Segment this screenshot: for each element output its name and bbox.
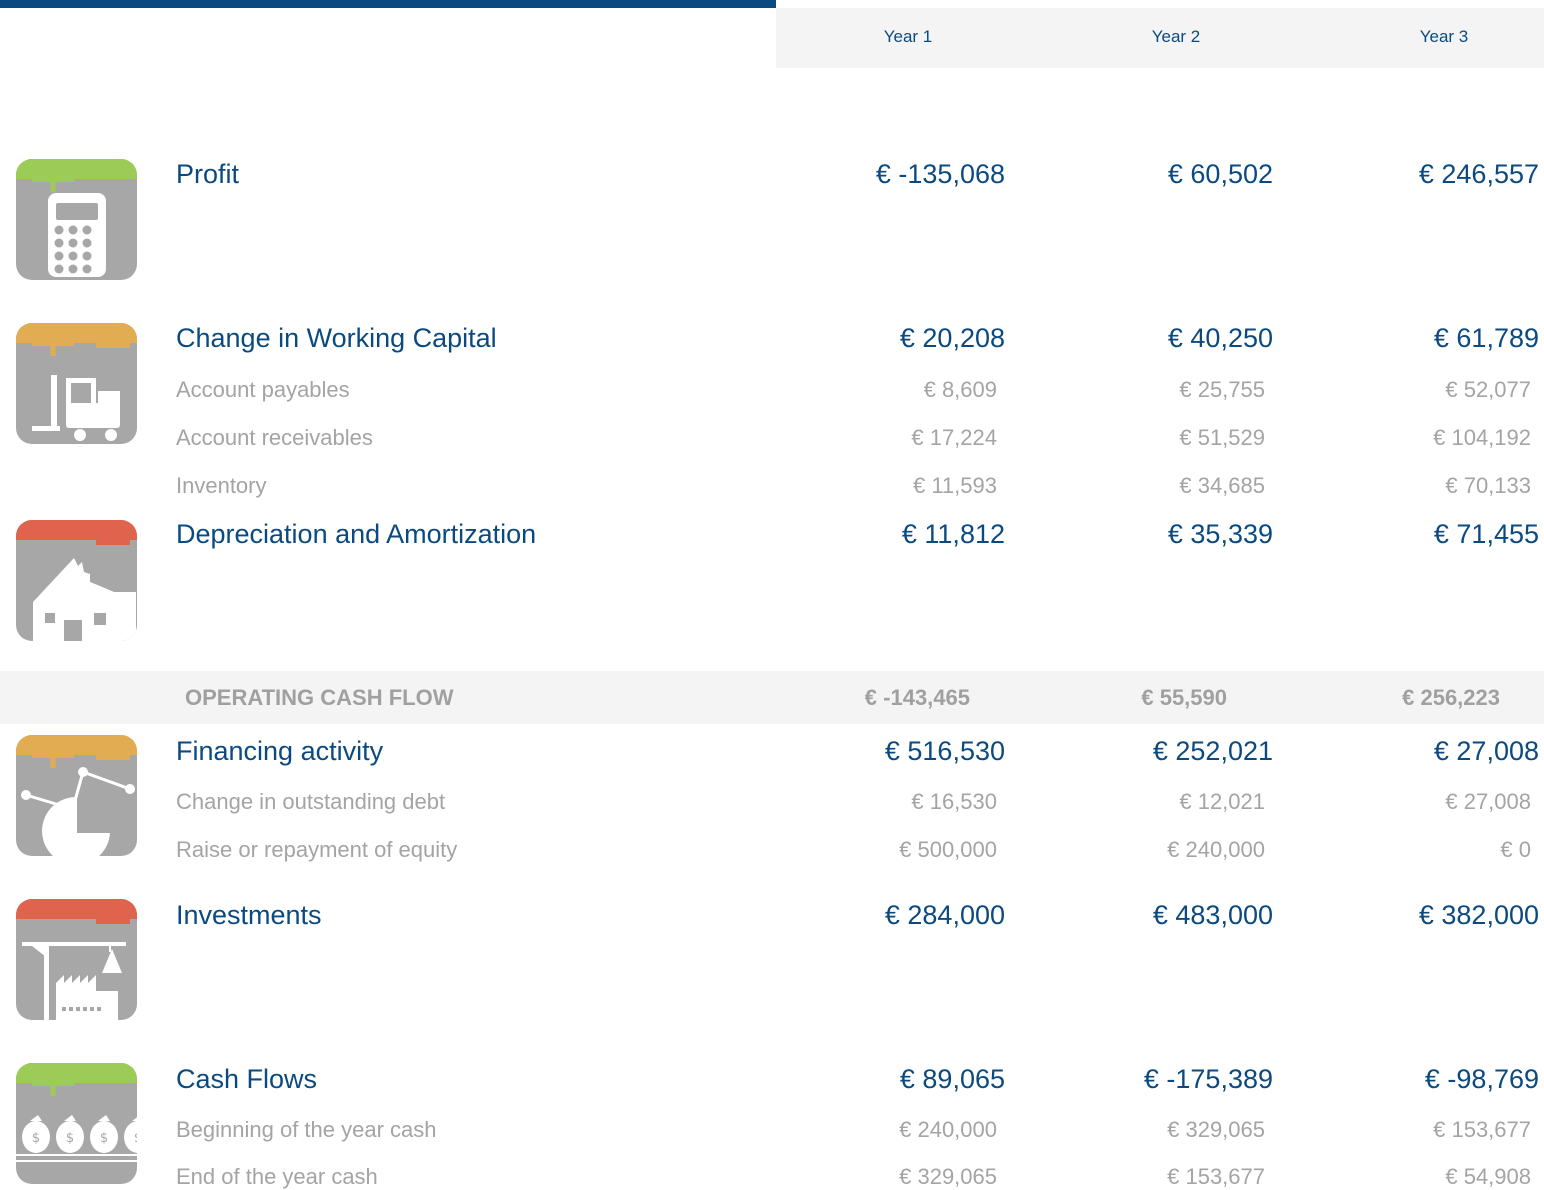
operating-cash-flow-label: OPERATING CASH FLOW <box>185 685 454 710</box>
working-capital-year-2: € 40,250 <box>1167 323 1273 353</box>
depreciation-year-1: € 11,812 <box>901 519 1005 549</box>
profit-year-3: € 246,557 <box>1418 159 1539 189</box>
beginning-cash-label: Beginning of the year cash <box>176 1117 437 1142</box>
outstanding-debt-year-3: € 27,008 <box>1445 789 1531 814</box>
account-payables-label: Account payables <box>176 377 350 402</box>
depreciation-title: Depreciation and Amortization <box>176 519 537 549</box>
cash-flows-year-3: € -98,769 <box>1424 1064 1539 1094</box>
year-3-header: Year 3 <box>1419 27 1469 46</box>
financing-year-2: € 252,021 <box>1152 736 1273 766</box>
financing-year-1: € 516,530 <box>884 736 1005 766</box>
working-capital-year-1: € 20,208 <box>899 323 1005 353</box>
account-receivables-year-1: € 17,224 <box>911 425 997 450</box>
beginning-cash-year-3: € 153,677 <box>1433 1117 1531 1142</box>
operating-cash-flow-year-1: € -143,465 <box>864 685 970 710</box>
end-cash-year-1: € 329,065 <box>899 1164 997 1189</box>
cash-flows-title: Cash Flows <box>176 1064 318 1094</box>
svg-text:$: $ <box>32 1131 40 1146</box>
end-cash-year-3: € 54,908 <box>1445 1164 1531 1189</box>
financing-year-3: € 27,008 <box>1433 736 1539 766</box>
financing-title: Financing activity <box>176 736 384 766</box>
working-capital-title: Change in Working Capital <box>176 323 497 353</box>
calculator-icon <box>16 159 137 280</box>
end-cash-label: End of the year cash <box>176 1164 378 1189</box>
profit-year-1: € -135,068 <box>875 159 1005 189</box>
account-payables-year-2: € 25,755 <box>1179 377 1265 402</box>
svg-text:$: $ <box>66 1131 74 1146</box>
profit-title: Profit <box>176 159 240 189</box>
year-2-header: Year 2 <box>1151 27 1201 46</box>
account-payables-year-3: € 52,077 <box>1445 377 1531 402</box>
account-receivables-year-2: € 51,529 <box>1179 425 1265 450</box>
inventory-year-1: € 11,593 <box>912 473 997 498</box>
operating-cash-flow-year-2: € 55,590 <box>1141 685 1227 710</box>
inventory-label: Inventory <box>176 473 267 498</box>
forklift-icon <box>16 323 137 444</box>
investments-title: Investments <box>176 900 322 930</box>
end-cash-year-2: € 153,677 <box>1167 1164 1265 1189</box>
investments-year-3: € 382,000 <box>1418 900 1539 930</box>
broken-building-icon <box>16 520 137 641</box>
investments-year-1: € 284,000 <box>884 900 1005 930</box>
equity-year-1: € 500,000 <box>899 837 997 862</box>
beginning-cash-year-2: € 329,065 <box>1167 1117 1265 1142</box>
account-receivables-year-3: € 104,192 <box>1433 425 1531 450</box>
working-capital-year-3: € 61,789 <box>1433 323 1539 353</box>
inventory-year-3: € 70,133 <box>1445 473 1531 498</box>
pie-chart-icon <box>16 735 137 856</box>
outstanding-debt-year-2: € 12,021 <box>1179 789 1265 814</box>
equity-year-3: € 0 <box>1500 837 1531 862</box>
depreciation-year-3: € 71,455 <box>1433 519 1539 549</box>
svg-text:$: $ <box>134 1131 137 1146</box>
cash-flows-year-2: € -175,389 <box>1143 1064 1273 1094</box>
factory-crane-icon <box>16 899 137 1020</box>
investments-year-2: € 483,000 <box>1152 900 1273 930</box>
beginning-cash-year-1: € 240,000 <box>899 1117 997 1142</box>
svg-text:$: $ <box>100 1131 108 1146</box>
depreciation-year-2: € 35,339 <box>1167 519 1273 549</box>
profit-year-2: € 60,502 <box>1167 159 1273 189</box>
year-1-header: Year 1 <box>883 27 933 46</box>
account-receivables-label: Account receivables <box>176 425 373 450</box>
operating-cash-flow-year-3: € 256,223 <box>1402 685 1500 710</box>
cash-flows-year-1: € 89,065 <box>899 1064 1005 1094</box>
equity-year-2: € 240,000 <box>1167 837 1265 862</box>
top-accent-bar <box>0 0 776 8</box>
account-payables-year-1: € 8,609 <box>923 377 997 402</box>
money-bags-icon: $ $ $ $ <box>16 1063 137 1184</box>
equity-label: Raise or repayment of equity <box>176 837 458 862</box>
outstanding-debt-label: Change in outstanding debt <box>176 789 446 814</box>
outstanding-debt-year-1: € 16,530 <box>911 789 997 814</box>
inventory-year-2: € 34,685 <box>1179 473 1265 498</box>
